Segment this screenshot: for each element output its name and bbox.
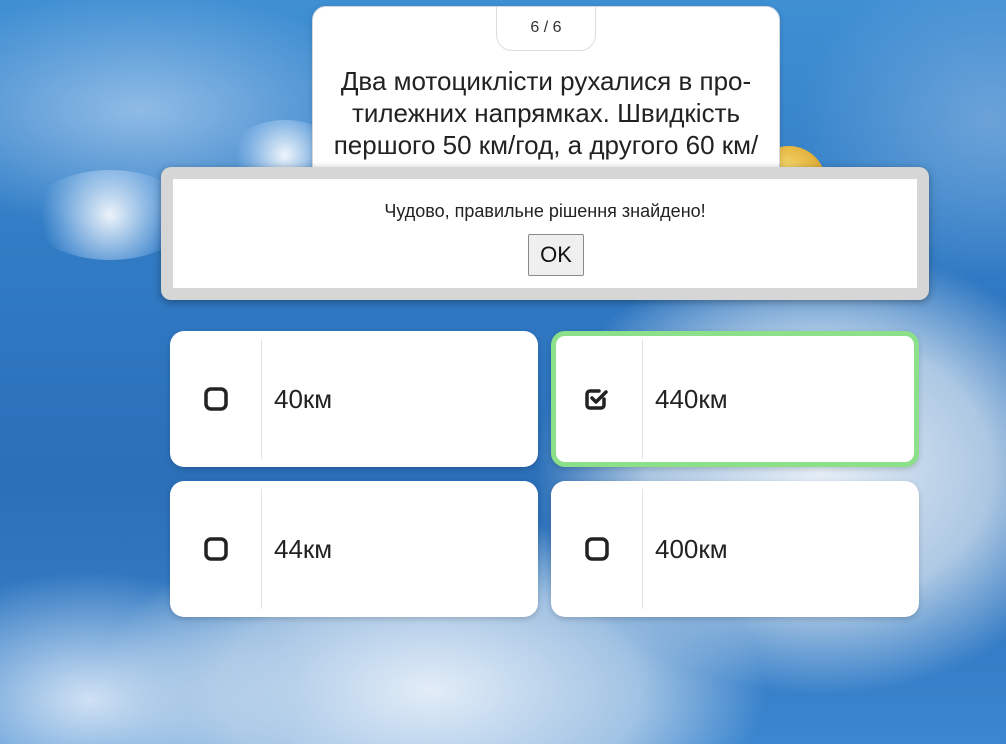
checkbox-empty-icon (584, 537, 609, 561)
question-counter: 6 / 6 (496, 7, 596, 51)
answer-option-2[interactable]: 440км (551, 331, 919, 467)
answer-option-4[interactable]: 400км (551, 481, 919, 617)
checkbox-checked-icon (584, 389, 608, 410)
result-dialog: Чудово, правильне рішення знайдено! OK (161, 167, 929, 300)
answer-label: 44км (274, 533, 333, 564)
answer-option-3[interactable]: 44км (170, 481, 538, 617)
answer-checkbox[interactable] (551, 489, 643, 609)
ok-button[interactable]: OK (528, 234, 584, 276)
answer-label: 400км (655, 533, 728, 564)
answer-checkbox[interactable] (170, 489, 262, 609)
checkbox-empty-icon (203, 387, 228, 411)
checkbox-empty-icon (203, 537, 228, 561)
answer-checkbox[interactable] (170, 339, 262, 459)
answer-checkbox[interactable] (551, 339, 643, 459)
answer-option-1[interactable]: 40км (170, 331, 538, 467)
answer-label: 440км (655, 383, 728, 414)
answer-label: 40км (274, 383, 333, 414)
dialog-message: Чудово, правильне рішення знайдено! (384, 201, 706, 221)
dialog-body: Чудово, правильне рішення знайдено! OK (173, 179, 917, 288)
